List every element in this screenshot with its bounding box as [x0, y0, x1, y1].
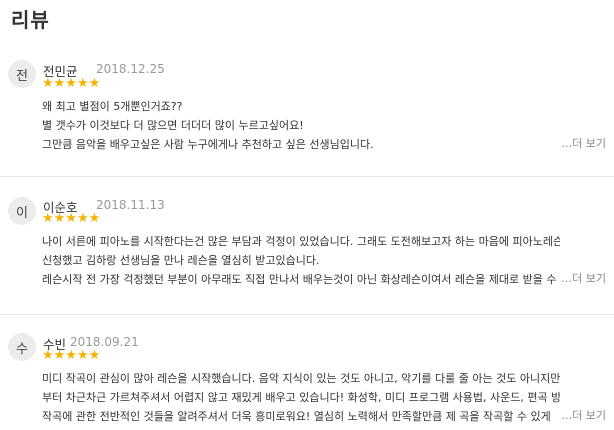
- star-rating: ★★★★★: [42, 76, 101, 91]
- star-rating: ★★★★★: [42, 348, 101, 363]
- review-line: 작곡에 관한 전반적인 것들을 알려주셔서 더욱 흥미로워요! 열심히 노력해서…: [42, 410, 551, 423]
- star-rating: ★★★★★: [42, 211, 101, 226]
- read-more-link[interactable]: …더 보기: [557, 407, 606, 423]
- avatar: 이: [8, 197, 36, 225]
- review-text: 왜 최고 별점이 5개뿐인거죠?? 별 갯수가 이것보다 더 많으면 더더더 많…: [42, 97, 604, 154]
- avatar: 전: [8, 60, 36, 88]
- read-more-link[interactable]: …더 보기: [557, 135, 606, 151]
- review-date: 2018.11.13: [96, 198, 165, 212]
- review-line: 부터 차근차근 가르쳐주셔서 어렵지 않고 재밌게 배우고 있습니다! 화성학,…: [42, 391, 560, 404]
- review-line: 미디 작곡이 관심이 많아 레슨을 시작했습니다. 음악 지식이 있는 것도 아…: [42, 372, 560, 385]
- review-line: 별 갯수가 이것보다 더 많으면 더더더 많이 누르고싶어요!: [42, 119, 304, 132]
- review-text: 나이 서른에 피아노를 시작한다는건 많은 부담과 걱정이 있었습니다. 그래도…: [42, 232, 560, 289]
- review-line: 왜 최고 별점이 5개뿐인거죠??: [42, 100, 183, 113]
- read-more-link[interactable]: …더 보기: [557, 270, 606, 286]
- review-date: 2018.12.25: [96, 62, 165, 76]
- section-title: 리뷰: [11, 8, 50, 32]
- review-line: 레슨시작 전 가장 걱정했던 부분이 아무래도 직접 만나서 배우는것이 아닌 …: [42, 273, 557, 286]
- review-date: 2018.09.21: [70, 335, 139, 349]
- review-line: 그만큼 음악을 배우고싶은 사람 누구에게나 추천하고 싶은 선생님입니다.: [42, 138, 374, 151]
- avatar: 수: [8, 333, 36, 361]
- review-text: 미디 작곡이 관심이 많아 레슨을 시작했습니다. 음악 지식이 있는 것도 아…: [42, 369, 560, 426]
- divider: [0, 314, 614, 315]
- divider: [0, 176, 614, 177]
- review-line: 신청했고 김하랑 선생님을 만나 레슨을 열심히 받고있습니다.: [42, 254, 320, 267]
- review-line: 나이 서른에 피아노를 시작한다는건 많은 부담과 걱정이 있었습니다. 그래도…: [42, 235, 560, 248]
